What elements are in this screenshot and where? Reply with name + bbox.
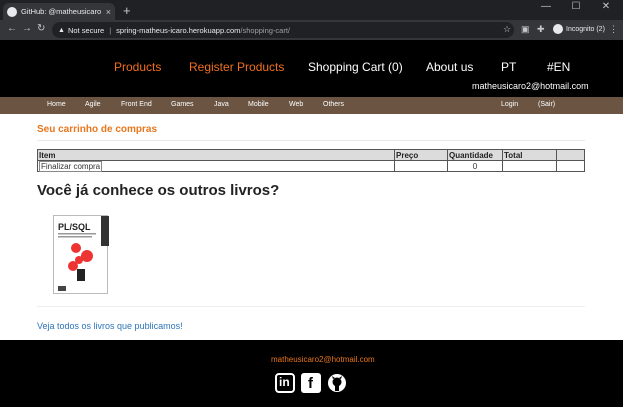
incognito-icon	[553, 24, 563, 34]
header-price: Preço	[394, 149, 448, 161]
maximize-icon[interactable]: ☐	[561, 0, 591, 14]
other-books-heading: Você já conhece os outros livros?	[37, 182, 280, 199]
all-books-link[interactable]: Veja todos os livros que publicamos!	[37, 321, 183, 331]
incognito-indicator[interactable]: Incognito (2)	[553, 24, 605, 34]
browser-toolbar: ← → ↻ ▲ Not secure | spring-matheus-icar…	[0, 20, 623, 40]
linkedin-icon[interactable]: in	[275, 373, 295, 393]
category-mobile[interactable]: Mobile	[248, 101, 269, 108]
header-actions	[556, 149, 585, 161]
translate-icon[interactable]: ▣	[521, 24, 530, 35]
facebook-icon[interactable]: f	[301, 373, 321, 393]
incognito-label: Incognito (2)	[566, 25, 605, 33]
back-arrow-icon[interactable]: ←	[7, 23, 17, 34]
header-quantity: Quantidade	[447, 149, 503, 161]
security-label: Not secure	[67, 25, 105, 35]
new-tab-button[interactable]: +	[123, 3, 131, 18]
divider	[37, 140, 585, 141]
url-host: spring-matheus-icaro.herokuapp.com	[116, 25, 241, 35]
extensions-puzzle-icon[interactable]: ✚	[537, 24, 545, 35]
book-cover-plsql[interactable]: PL/SQL	[53, 215, 109, 294]
github-icon[interactable]	[327, 373, 347, 393]
url-separator: |	[109, 25, 112, 35]
quantity-cell: 0	[447, 160, 503, 172]
logout-link[interactable]: (Sair)	[538, 101, 555, 108]
table-header-row: Item Preço Quantidade Total	[37, 149, 585, 161]
lang-en[interactable]: #EN	[547, 60, 570, 74]
category-web[interactable]: Web	[289, 101, 303, 108]
price-cell	[394, 160, 448, 172]
address-bar[interactable]: ▲ Not secure | spring-matheus-icaro.hero…	[52, 22, 514, 38]
book-cover-art-icon	[58, 216, 109, 291]
warning-icon: ▲	[58, 26, 65, 34]
checkout-cell: Finalizar compra	[37, 160, 395, 172]
header-total: Total	[502, 149, 557, 161]
header-item: Item	[37, 149, 395, 161]
checkout-button[interactable]: Finalizar compra	[39, 160, 103, 172]
cart-title: Seu carrinho de compras	[37, 124, 158, 135]
tab-close-icon[interactable]: ×	[106, 7, 111, 17]
cart-table: Item Preço Quantidade Total Finalizar co…	[37, 149, 585, 172]
minimize-icon[interactable]: —	[531, 0, 561, 14]
category-java[interactable]: Java	[214, 101, 229, 108]
browser-tab-bar: GitHub: @matheusicaro - Casa d × + — ☐ ✕	[0, 0, 623, 20]
close-window-icon[interactable]: ✕	[591, 0, 621, 14]
reload-icon[interactable]: ↻	[37, 23, 45, 34]
nav-register-products[interactable]: Register Products	[189, 60, 284, 74]
nav-about-us[interactable]: About us	[426, 60, 473, 74]
nav-products[interactable]: Products	[114, 60, 161, 74]
category-front-end[interactable]: Front End	[121, 101, 152, 108]
user-email: matheusicaro2@hotmail.com	[472, 81, 589, 91]
lang-pt[interactable]: PT	[501, 60, 516, 74]
table-row: Finalizar compra 0	[37, 160, 585, 172]
category-games[interactable]: Games	[171, 101, 194, 108]
category-others[interactable]: Others	[323, 101, 344, 108]
linkedin-glyph: in	[279, 375, 290, 389]
login-link[interactable]: Login	[501, 101, 518, 108]
category-agile[interactable]: Agile	[85, 101, 101, 108]
divider	[37, 306, 585, 307]
browser-tab[interactable]: GitHub: @matheusicaro - Casa d ×	[3, 3, 115, 20]
menu-kebab-icon[interactable]: ⋮	[609, 24, 618, 35]
facebook-glyph: f	[308, 375, 313, 392]
bookmark-star-icon[interactable]: ☆	[503, 24, 511, 35]
footer-email: matheusicaro2@hotmail.com	[271, 355, 375, 364]
category-home[interactable]: Home	[47, 101, 66, 108]
github-favicon-icon	[7, 6, 17, 17]
total-cell	[502, 160, 557, 172]
forward-arrow-icon[interactable]: →	[22, 23, 32, 34]
nav-shopping-cart[interactable]: Shopping Cart (0)	[308, 60, 403, 74]
url-path: /shopping-cart/	[240, 25, 291, 35]
tab-title: GitHub: @matheusicaro - Casa d	[21, 7, 103, 16]
actions-cell	[556, 160, 585, 172]
